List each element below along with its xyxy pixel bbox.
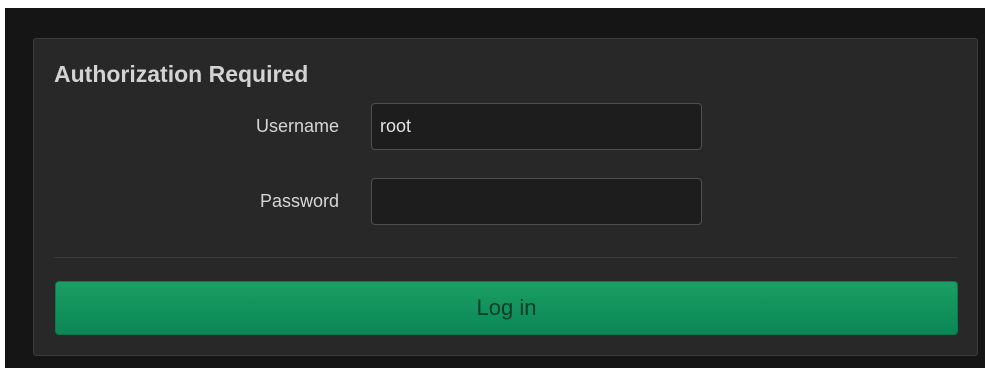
username-label: Username [255, 116, 339, 136]
username-input[interactable] [371, 103, 702, 150]
login-panel: Authorization Required Username Password… [33, 38, 978, 356]
login-button[interactable]: Log in [55, 281, 958, 335]
page-background: Authorization Required Username Password… [5, 8, 985, 368]
form-divider [54, 257, 958, 258]
password-input[interactable] [371, 178, 702, 225]
panel-title: Authorization Required [54, 61, 309, 87]
password-label: Password [259, 191, 339, 211]
